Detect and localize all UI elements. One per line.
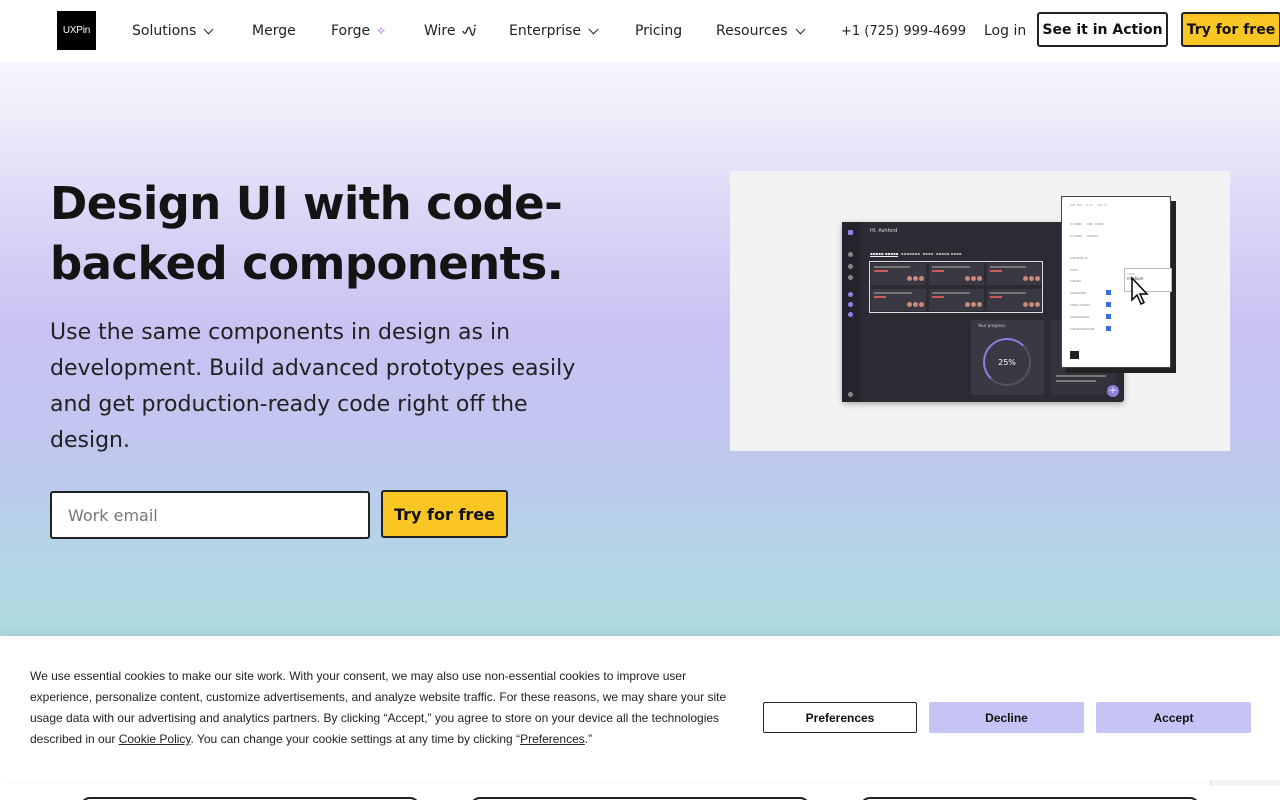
add-icon: + [1107, 385, 1119, 397]
chevron-down-icon [203, 24, 214, 34]
project-icon [848, 292, 853, 297]
work-email-input[interactable] [50, 491, 370, 539]
panel-button-icon [1070, 351, 1079, 359]
hero-subtitle: Use the same components in design as in … [50, 320, 576, 453]
cookie-text: We use essential cookies to make our sit… [30, 669, 727, 746]
nav-wire-label: Wire [424, 23, 456, 39]
dashboard-greeting: Hi, Ashford [870, 228, 898, 234]
nav-wire[interactable]: Wire [424, 19, 478, 43]
progress-title: Your progress [978, 323, 1006, 328]
wire-icon [461, 24, 476, 36]
mouse-cursor-icon [1131, 276, 1149, 306]
dashboard-tabs: ▪▪▪▪▪ ▪▪▪▪▪ ▪▪▪▪▪▪▪ ▪▪▪▪ ▪▪▪▪▪ ▪▪▪▪ [870, 251, 962, 257]
task-card [987, 263, 1042, 285]
nav-merge[interactable]: Merge [252, 19, 296, 43]
progress-ring: 25% [983, 338, 1031, 386]
nav-enterprise-label: Enterprise [509, 23, 582, 39]
login-link[interactable]: Log in [984, 19, 1026, 43]
chevron-down-icon [795, 24, 805, 34]
nav-forge-label: Forge [331, 23, 371, 39]
dashboard-sidebar [842, 222, 860, 402]
nav-solutions-label: Solutions [132, 23, 197, 39]
task-card [871, 289, 926, 311]
nav-pricing[interactable]: Pricing [635, 19, 682, 43]
nav-forge[interactable]: Forge ✧ [331, 19, 386, 43]
checkbox-icon [1106, 326, 1111, 331]
cookie-policy-link[interactable]: Cookie Policy [119, 732, 191, 746]
progress-card: Your progress 25% [971, 320, 1044, 395]
decline-button[interactable]: Decline [929, 702, 1084, 733]
task-grid [869, 261, 1043, 313]
see-in-action-button[interactable]: See it in Action [1037, 12, 1168, 47]
nav-pricing-label: Pricing [635, 23, 683, 39]
project-icon [848, 312, 853, 317]
properties-panel: ▫▫ ▫▫ ▫ ▫ ▫▫ ▫ ▫ ▫▫▫ ▫▫ ▫▫▫ ▫ ▫▫▫ ▫▫▫▫ ▫… [1061, 196, 1172, 368]
progress-value: 25% [998, 357, 1016, 367]
phone-link[interactable]: +1 (725) 999-4699 [841, 19, 966, 43]
preferences-button[interactable]: Preferences [763, 702, 917, 733]
task-card [929, 289, 984, 311]
chevron-down-icon [588, 24, 599, 34]
task-card [871, 263, 926, 285]
checkbox-icon [1106, 302, 1111, 307]
nav-merge-label: Merge [252, 23, 296, 39]
inbox-icon [848, 264, 853, 269]
nav-solutions[interactable]: Solutions [132, 19, 214, 43]
nav-resources[interactable]: Resources [716, 19, 805, 43]
task-card [929, 263, 984, 285]
hero-title: Design UI with code-backed components. [50, 177, 564, 290]
cookie-banner: We use essential cookies to make our sit… [0, 636, 1280, 780]
accept-button[interactable]: Accept [1096, 702, 1251, 733]
nav-resources-label: Resources [716, 23, 788, 39]
top-navigation: UXPin Solutions Merge Forge ✧ Wire Enter… [0, 0, 1280, 62]
task-card [987, 289, 1042, 311]
app-logo-icon [848, 230, 853, 235]
nav-enterprise[interactable]: Enterprise [509, 19, 599, 43]
checkbox-icon [1106, 290, 1111, 295]
preferences-link[interactable]: Preferences [520, 732, 585, 746]
checkbox-icon [1106, 314, 1111, 319]
sparkle-icon: ✧ [376, 24, 387, 38]
try-free-nav-button[interactable]: Try for free [1181, 12, 1280, 47]
home-icon [848, 252, 853, 257]
user-icon [848, 392, 853, 397]
try-free-hero-button[interactable]: Try for free [381, 490, 508, 538]
project-icon [848, 302, 853, 307]
settings-icon [848, 275, 853, 280]
uxpin-logo[interactable]: UXPin [57, 11, 96, 50]
